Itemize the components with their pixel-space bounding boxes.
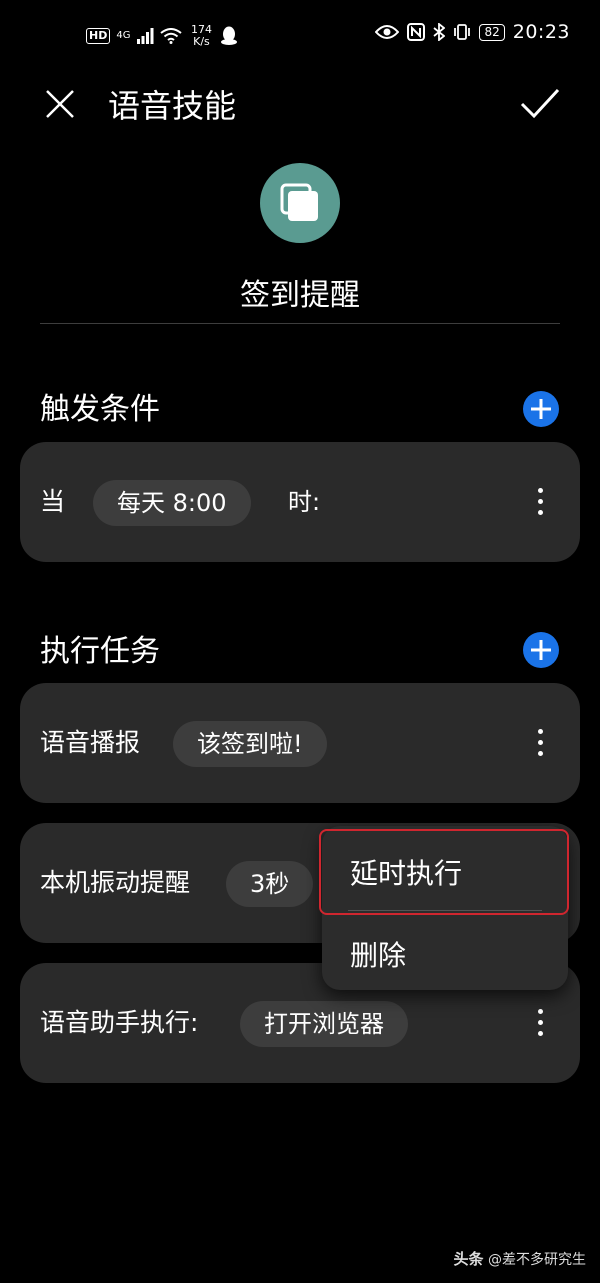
task-label: 本机振动提醒 xyxy=(40,868,191,897)
more-options-icon[interactable] xyxy=(528,727,552,759)
status-left: HD 4G 174 K/s xyxy=(86,24,238,48)
watermark: 头条 @差不多研究生 xyxy=(454,1248,586,1269)
trigger-section-label: 触发条件 xyxy=(40,392,160,427)
menu-item-delete[interactable]: 删除 xyxy=(350,934,406,974)
eye-icon xyxy=(375,25,400,39)
trigger-prefix: 当 xyxy=(40,487,66,516)
trigger-card[interactable]: 当 每天 8:00 时: xyxy=(20,442,580,562)
qq-icon xyxy=(221,26,238,45)
add-task-button[interactable] xyxy=(523,632,559,668)
task-label: 语音播报 xyxy=(40,728,141,757)
status-right: 82 20:23 xyxy=(375,21,570,43)
check-icon xyxy=(520,88,560,119)
vibrate-icon xyxy=(454,24,471,40)
task-label: 语音助手执行: xyxy=(40,1008,199,1037)
task-value-pill[interactable]: 3秒 xyxy=(226,861,314,907)
copy-icon xyxy=(280,183,318,221)
trigger-time-pill[interactable]: 每天 8:00 xyxy=(93,480,251,526)
highlight-box xyxy=(319,829,569,915)
trigger-suffix: 时: xyxy=(288,488,321,516)
close-icon xyxy=(46,90,74,118)
nfc-icon xyxy=(407,23,426,41)
network-type: 4G xyxy=(116,30,131,41)
skill-icon[interactable] xyxy=(260,163,340,243)
network-speed: 174 K/s xyxy=(190,23,212,48)
watermark-brand: 头条 xyxy=(453,1250,484,1268)
task-value-pill[interactable]: 该签到啦! xyxy=(173,721,327,767)
skill-name-field[interactable]: 签到提醒 xyxy=(0,274,600,318)
task-value-pill[interactable]: 打开浏览器 xyxy=(240,1001,408,1047)
confirm-button[interactable] xyxy=(518,84,562,124)
add-trigger-button[interactable] xyxy=(523,391,559,427)
battery-indicator: 82 xyxy=(479,23,505,41)
signal-icon xyxy=(137,28,154,44)
wifi-icon xyxy=(160,28,183,44)
more-options-icon[interactable] xyxy=(528,1007,552,1039)
status-bar: HD 4G 174 K/s 82 20:23 xyxy=(0,18,600,52)
clock: 20:23 xyxy=(512,21,570,43)
bluetooth-icon xyxy=(433,23,446,41)
skill-name-underline xyxy=(40,323,560,324)
task-card-speak[interactable]: 语音播报 该签到啦! xyxy=(20,683,580,803)
close-button[interactable] xyxy=(40,84,80,124)
hd-badge: HD xyxy=(86,28,111,44)
tasks-section-label: 执行任务 xyxy=(40,634,160,669)
watermark-account: @差不多研究生 xyxy=(488,1252,586,1268)
page-title: 语音技能 xyxy=(108,87,237,125)
more-options-icon[interactable] xyxy=(528,486,552,518)
